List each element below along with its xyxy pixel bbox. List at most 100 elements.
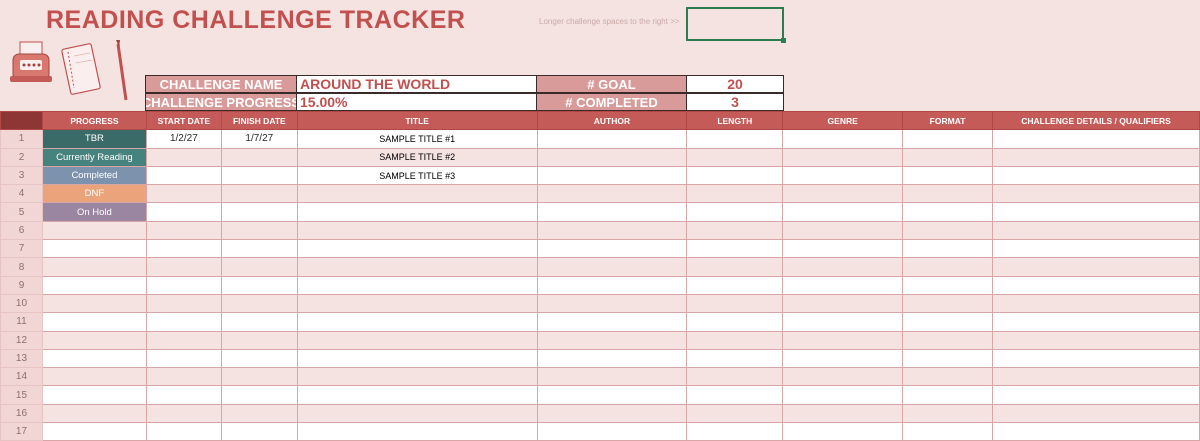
row-number[interactable]: 13 bbox=[0, 348, 43, 369]
genre-cell[interactable] bbox=[782, 165, 904, 186]
format-cell[interactable] bbox=[902, 220, 993, 241]
format-cell[interactable] bbox=[902, 202, 993, 222]
author-cell[interactable] bbox=[536, 403, 688, 424]
start-cell[interactable] bbox=[145, 385, 222, 405]
row-number[interactable]: 6 bbox=[0, 220, 43, 241]
title-cell[interactable] bbox=[296, 293, 538, 314]
finish-cell[interactable] bbox=[220, 220, 298, 241]
row-number[interactable]: 9 bbox=[0, 275, 43, 295]
title-cell[interactable] bbox=[296, 403, 538, 424]
progress-cell[interactable] bbox=[41, 239, 147, 259]
title-cell[interactable] bbox=[296, 330, 538, 350]
row-number[interactable]: 4 bbox=[0, 184, 43, 204]
format-cell[interactable] bbox=[902, 129, 993, 149]
progress-cell[interactable] bbox=[41, 403, 147, 424]
status-legend-item[interactable]: On Hold bbox=[41, 202, 147, 222]
goal-value[interactable]: 20 bbox=[686, 75, 784, 93]
progress-cell[interactable] bbox=[41, 293, 147, 314]
length-cell[interactable] bbox=[686, 403, 784, 424]
details-cell[interactable] bbox=[992, 202, 1200, 222]
row-number[interactable]: 10 bbox=[0, 293, 43, 314]
fill-handle[interactable] bbox=[781, 38, 786, 43]
completed-value[interactable]: 3 bbox=[686, 93, 784, 111]
length-cell[interactable] bbox=[686, 220, 784, 241]
author-cell[interactable] bbox=[536, 422, 688, 441]
length-cell[interactable] bbox=[686, 367, 784, 387]
finish-cell[interactable]: 1/7/27 bbox=[220, 129, 298, 149]
progress-cell[interactable] bbox=[41, 330, 147, 350]
title-cell[interactable] bbox=[296, 257, 538, 277]
details-cell[interactable] bbox=[992, 220, 1200, 241]
author-cell[interactable] bbox=[536, 184, 688, 204]
length-cell[interactable] bbox=[686, 147, 784, 167]
genre-cell[interactable] bbox=[782, 184, 904, 204]
genre-cell[interactable] bbox=[782, 293, 904, 314]
author-cell[interactable] bbox=[536, 330, 688, 350]
length-cell[interactable] bbox=[686, 165, 784, 186]
start-cell[interactable] bbox=[145, 293, 222, 314]
details-cell[interactable] bbox=[992, 293, 1200, 314]
start-cell[interactable] bbox=[145, 275, 222, 295]
title-cell[interactable]: SAMPLE TITLE #1 bbox=[296, 129, 538, 149]
start-cell[interactable] bbox=[145, 202, 222, 222]
genre-cell[interactable] bbox=[782, 422, 904, 441]
row-number[interactable]: 2 bbox=[0, 147, 43, 167]
details-cell[interactable] bbox=[992, 422, 1200, 441]
author-cell[interactable] bbox=[536, 293, 688, 314]
title-cell[interactable] bbox=[296, 275, 538, 295]
status-legend-item[interactable]: Completed bbox=[41, 165, 147, 186]
row-number[interactable]: 17 bbox=[0, 422, 43, 441]
row-number[interactable]: 8 bbox=[0, 257, 43, 277]
author-cell[interactable] bbox=[536, 202, 688, 222]
title-cell[interactable] bbox=[296, 385, 538, 405]
finish-cell[interactable] bbox=[220, 257, 298, 277]
format-cell[interactable] bbox=[902, 348, 993, 369]
start-cell[interactable] bbox=[145, 348, 222, 369]
details-cell[interactable] bbox=[992, 403, 1200, 424]
format-cell[interactable] bbox=[902, 184, 993, 204]
start-cell[interactable] bbox=[145, 403, 222, 424]
selected-cell[interactable] bbox=[686, 7, 786, 43]
format-cell[interactable] bbox=[902, 147, 993, 167]
details-cell[interactable] bbox=[992, 385, 1200, 405]
length-cell[interactable] bbox=[686, 239, 784, 259]
genre-cell[interactable] bbox=[782, 129, 904, 149]
genre-cell[interactable] bbox=[782, 257, 904, 277]
author-cell[interactable] bbox=[536, 257, 688, 277]
details-cell[interactable] bbox=[992, 165, 1200, 186]
finish-cell[interactable] bbox=[220, 293, 298, 314]
progress-cell[interactable] bbox=[41, 367, 147, 387]
format-cell[interactable] bbox=[902, 293, 993, 314]
genre-cell[interactable] bbox=[782, 312, 904, 332]
start-cell[interactable] bbox=[145, 330, 222, 350]
genre-cell[interactable] bbox=[782, 275, 904, 295]
details-cell[interactable] bbox=[992, 367, 1200, 387]
genre-cell[interactable] bbox=[782, 330, 904, 350]
finish-cell[interactable] bbox=[220, 147, 298, 167]
finish-cell[interactable] bbox=[220, 184, 298, 204]
challenge-name-value[interactable]: AROUND THE WORLD bbox=[296, 75, 537, 93]
genre-cell[interactable] bbox=[782, 220, 904, 241]
start-cell[interactable] bbox=[145, 422, 222, 441]
title-cell[interactable] bbox=[296, 348, 538, 369]
row-number[interactable]: 12 bbox=[0, 330, 43, 350]
status-legend-item[interactable]: Currently Reading bbox=[41, 147, 147, 167]
author-cell[interactable] bbox=[536, 312, 688, 332]
details-cell[interactable] bbox=[992, 257, 1200, 277]
format-cell[interactable] bbox=[902, 165, 993, 186]
progress-cell[interactable] bbox=[41, 385, 147, 405]
row-number[interactable]: 3 bbox=[0, 165, 43, 186]
start-cell[interactable] bbox=[145, 165, 222, 186]
title-cell[interactable]: SAMPLE TITLE #3 bbox=[296, 165, 538, 186]
row-number[interactable]: 15 bbox=[0, 385, 43, 405]
title-cell[interactable] bbox=[296, 312, 538, 332]
author-cell[interactable] bbox=[536, 147, 688, 167]
genre-cell[interactable] bbox=[782, 239, 904, 259]
finish-cell[interactable] bbox=[220, 385, 298, 405]
details-cell[interactable] bbox=[992, 184, 1200, 204]
length-cell[interactable] bbox=[686, 293, 784, 314]
row-number[interactable]: 5 bbox=[0, 202, 43, 222]
finish-cell[interactable] bbox=[220, 202, 298, 222]
format-cell[interactable] bbox=[902, 312, 993, 332]
finish-cell[interactable] bbox=[220, 330, 298, 350]
